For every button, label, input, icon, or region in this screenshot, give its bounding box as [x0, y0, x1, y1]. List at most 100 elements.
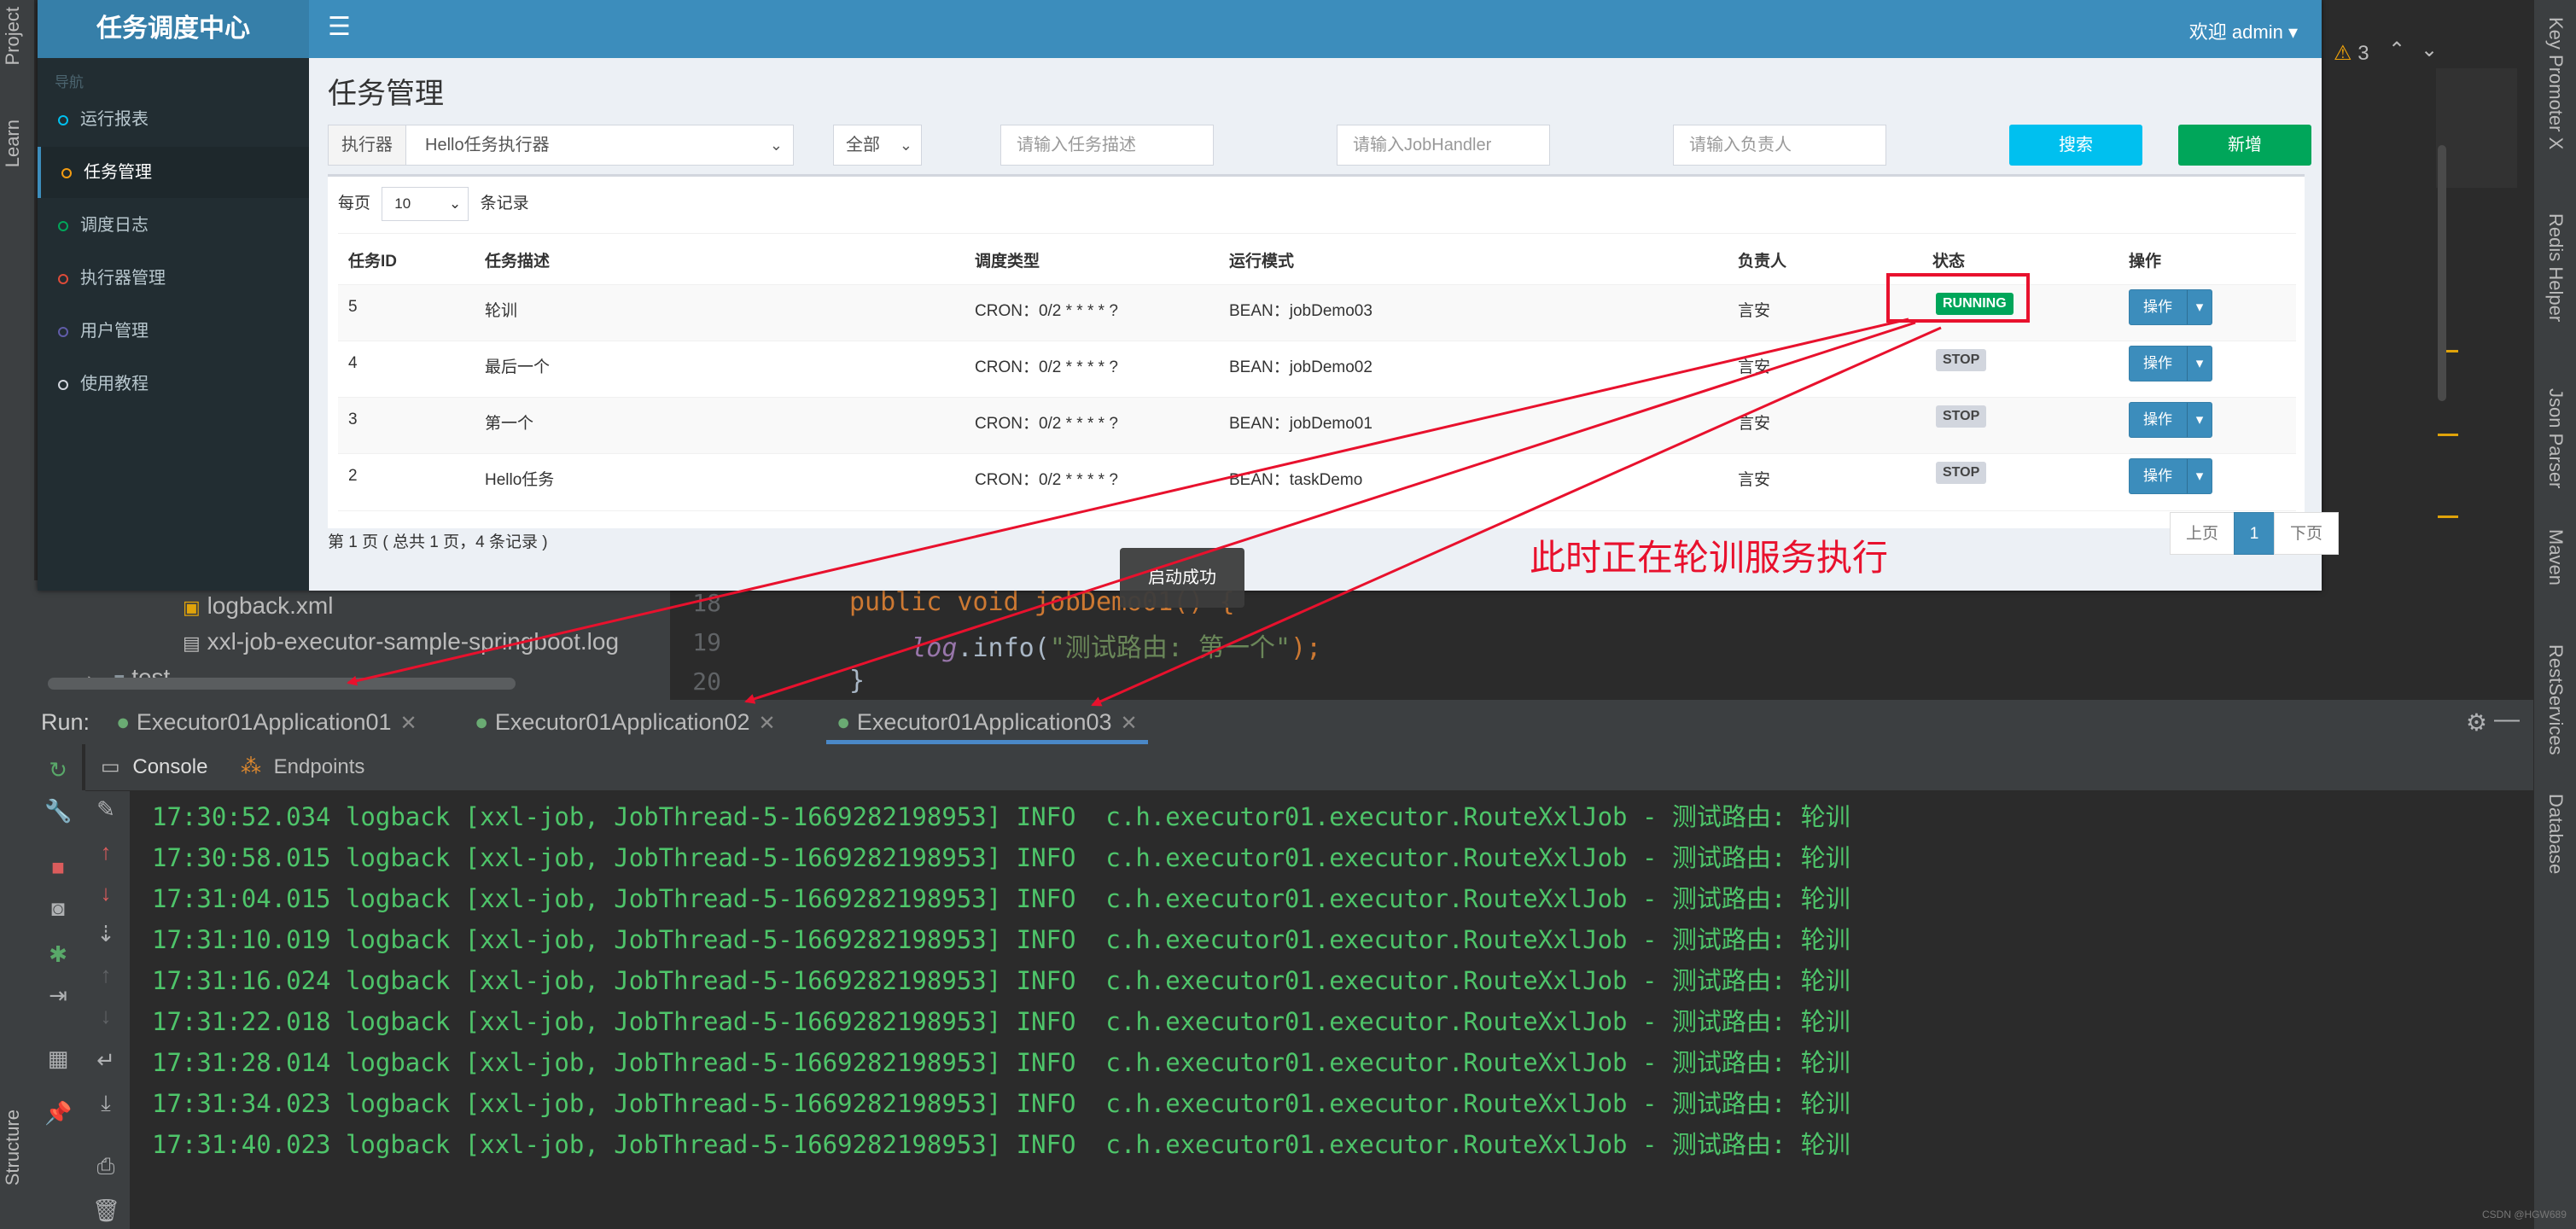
author: 言安: [1738, 358, 1771, 376]
editor-scrollbar[interactable]: [2438, 145, 2446, 401]
operation-dropdown-button[interactable]: 操作 ▾: [2129, 458, 2212, 494]
chevron-down-icon: ⌄: [769, 137, 783, 154]
minimap[interactable]: [2436, 68, 2517, 188]
gear-icon[interactable]: ⚙: [2466, 708, 2487, 737]
console-tab[interactable]: ▭ Console: [101, 744, 207, 790]
annotation-text: 此时正在轮训服务执行: [1530, 538, 1889, 578]
console-output[interactable]: 17:30:52.034 logback [xxl-job, JobThread…: [130, 790, 2533, 1229]
key-promoter-tab[interactable]: Key Promoter X: [2544, 17, 2567, 149]
up-disabled-icon[interactable]: ↑: [92, 961, 119, 988]
add-job-button[interactable]: 新增: [2178, 125, 2311, 166]
run-tab-app03[interactable]: ● Executor01Application03 ✕: [826, 700, 1148, 744]
down-disabled-icon[interactable]: ↓: [92, 1002, 119, 1029]
job-desc: 第一个: [485, 415, 534, 433]
column-header[interactable]: 负责人: [1738, 248, 1786, 271]
job-desc-input[interactable]: 请输入任务描述: [1000, 125, 1214, 166]
camera-icon[interactable]: ◙: [44, 894, 72, 922]
close-icon[interactable]: ✕: [400, 712, 417, 735]
column-header[interactable]: 状态: [1932, 248, 1965, 271]
debug-icon[interactable]: ✱: [44, 941, 72, 968]
brand-logo[interactable]: 任务调度中心: [38, 0, 309, 58]
rest-services-tab[interactable]: RestServices: [2544, 644, 2567, 755]
sidebar-item-executor-management[interactable]: 执行器管理: [38, 253, 309, 304]
sidebar: 导航 运行报表 任务管理 调度日志 执行器管理 用户管理 使用教程: [38, 58, 309, 591]
tree-item-logback-xml[interactable]: ▣ logback.xml: [183, 592, 333, 620]
structure-tool-tab[interactable]: Structure: [2, 1110, 24, 1185]
line-number: 20: [692, 667, 721, 696]
search-button[interactable]: 搜索: [2009, 125, 2142, 166]
chevron-down-icon: ⌄: [449, 195, 462, 212]
maven-tab[interactable]: Maven: [2544, 529, 2567, 585]
operation-dropdown-button[interactable]: 操作 ▾: [2129, 346, 2212, 382]
pin-icon[interactable]: 📌: [44, 1099, 72, 1127]
minimap-marker: [2438, 515, 2458, 518]
redis-helper-tab[interactable]: Redis Helper: [2544, 213, 2567, 322]
close-icon[interactable]: ✕: [1121, 712, 1138, 735]
user-menu[interactable]: 欢迎 admin ▾: [2189, 17, 2298, 44]
page-size-select[interactable]: 10 ⌄: [382, 187, 469, 221]
sidebar-item-tutorial[interactable]: 使用教程: [38, 358, 309, 410]
tree-item-log-file[interactable]: ▤ xxl-job-executor-sample-springboot.log: [183, 628, 619, 655]
clear-icon[interactable]: ✎: [92, 795, 119, 823]
operation-dropdown-button[interactable]: 操作 ▾: [2129, 289, 2212, 325]
column-header[interactable]: 任务描述: [485, 248, 550, 271]
sidebar-item-user-management[interactable]: 用户管理: [38, 306, 309, 357]
sidebar-item-job-management[interactable]: 任务管理: [38, 147, 309, 198]
warning-indicator[interactable]: ⚠ 3: [2334, 41, 2369, 66]
sidebar-item-dispatch-log[interactable]: 调度日志: [38, 200, 309, 251]
line-number: 18: [692, 589, 721, 617]
page-1-button[interactable]: 1: [2234, 512, 2275, 555]
login-icon[interactable]: ⇥: [44, 981, 72, 1009]
run-label: Run:: [41, 709, 90, 735]
circle-icon: [58, 379, 68, 390]
arrow-down-icon[interactable]: ↓: [92, 879, 119, 906]
scroll-to-end-icon[interactable]: ⤓: [92, 1089, 119, 1116]
stop-icon[interactable]: ■: [44, 853, 72, 881]
project-tool-tab[interactable]: Project: [2, 7, 24, 65]
column-header[interactable]: 任务ID: [348, 248, 397, 271]
page-size-control: 每页 10 ⌄ 条记录: [338, 187, 529, 221]
column-header[interactable]: 调度类型: [975, 248, 1040, 271]
code-editor[interactable]: 18 19 20 public void jobDemo01() { log.i…: [670, 580, 2320, 700]
rerun-icon[interactable]: ↻: [44, 756, 72, 783]
close-icon[interactable]: ✕: [759, 712, 776, 735]
caret-down-icon: ▾: [2187, 347, 2212, 381]
run-tab-app01[interactable]: ● Executor01Application01 ✕: [116, 700, 417, 744]
menu-toggle-icon[interactable]: ☰: [328, 12, 351, 42]
next-page-button[interactable]: 下页: [2274, 512, 2339, 555]
run-tab-app02[interactable]: ● Executor01Application02 ✕: [475, 700, 776, 744]
status-select[interactable]: 全部 ⌄: [833, 125, 922, 166]
arrow-up-icon[interactable]: ↑: [92, 838, 119, 865]
sort-icon[interactable]: ⇣: [92, 920, 119, 947]
line-number: 19: [692, 628, 721, 656]
job-handler-input[interactable]: 请输入JobHandler: [1337, 125, 1550, 166]
author-input[interactable]: 请输入负责人: [1673, 125, 1886, 166]
chevron-down-icon[interactable]: ⌄: [2421, 38, 2438, 62]
print-icon[interactable]: ⎙: [92, 1152, 119, 1179]
log-line: 17:31:22.018 logback [xxl-job, JobThread…: [152, 1007, 1850, 1036]
endpoints-tab[interactable]: ⁂ Endpoints: [241, 744, 364, 790]
chevron-up-icon[interactable]: ⌃: [2388, 38, 2405, 62]
warning-icon: ⚠: [2334, 42, 2352, 65]
learn-tool-tab[interactable]: Learn: [2, 119, 24, 167]
column-header[interactable]: 运行模式: [1229, 248, 1294, 271]
run-mode: BEAN：jobDemo03: [1229, 302, 1373, 320]
sidebar-item-reports[interactable]: 运行报表: [38, 94, 309, 145]
wrench-icon[interactable]: 🔧: [44, 797, 72, 824]
layout-icon[interactable]: ▦: [44, 1045, 72, 1072]
log-line: 17:31:40.023 logback [xxl-job, JobThread…: [152, 1130, 1850, 1159]
trash-icon[interactable]: 🗑: [92, 1197, 120, 1224]
soft-wrap-icon[interactable]: ↵: [92, 1046, 119, 1074]
json-parser-tab[interactable]: Json Parser: [2544, 388, 2567, 488]
executor-select[interactable]: Hello任务执行器 ⌄: [405, 125, 794, 166]
prev-page-button[interactable]: 上页: [2170, 512, 2235, 555]
minimize-icon[interactable]: —: [2494, 705, 2520, 734]
column-header[interactable]: 操作: [2129, 248, 2161, 271]
operation-dropdown-button[interactable]: 操作 ▾: [2129, 402, 2212, 438]
status-badge: STOP: [1936, 405, 1987, 428]
job-desc: 轮训: [485, 302, 518, 320]
circle-icon: [61, 167, 72, 178]
database-tab[interactable]: Database: [2544, 794, 2567, 874]
tree-horizontal-scrollbar[interactable]: [48, 678, 516, 690]
log-line: 17:30:52.034 logback [xxl-job, JobThread…: [152, 802, 1850, 831]
